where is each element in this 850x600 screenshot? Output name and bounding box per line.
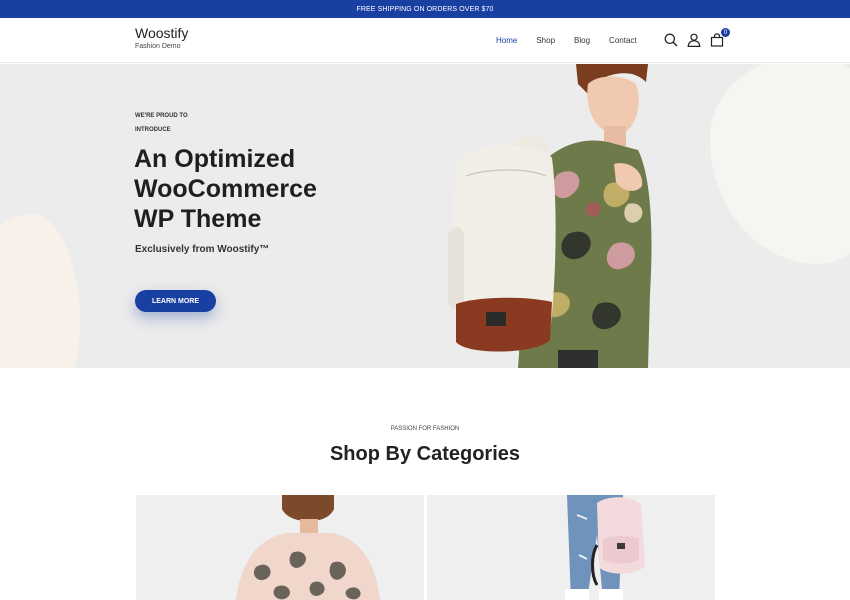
hero-subtitle: Exclusively from Woostify™: [135, 244, 270, 255]
cart-count-badge: 0: [721, 28, 730, 37]
decorative-blob: [710, 64, 850, 264]
user-icon[interactable]: [687, 33, 701, 47]
search-icon[interactable]: [664, 33, 678, 47]
hero-title: An Optimized WooCommerce WP Theme: [134, 144, 394, 234]
nav-item-shop[interactable]: Shop: [536, 36, 555, 45]
categories-kicker: PASSION FOR FASHION: [390, 426, 460, 432]
hero-title-line: WP Theme: [134, 205, 262, 233]
site-logo[interactable]: Woostify Fashion Demo: [135, 25, 188, 50]
hero-kicker-line: WE'RE PROUD TO: [135, 113, 188, 119]
nav-item-contact[interactable]: Contact: [609, 36, 637, 45]
hero-model-image: [448, 64, 652, 368]
announcement-bar: FREE SHIPPING ON ORDERS OVER $70: [0, 0, 850, 18]
hero-kicker: WE'RE PROUD TO INTRODUCE: [135, 109, 215, 137]
category-card[interactable]: [136, 495, 424, 600]
hero-banner: WE'RE PROUD TO INTRODUCE An Optimized Wo…: [0, 64, 850, 368]
main-nav: Home Shop Blog Contact: [496, 36, 656, 45]
category-card[interactable]: [427, 495, 715, 600]
hero-kicker-line: INTRODUCE: [135, 127, 171, 133]
learn-more-button[interactable]: LEARN MORE: [135, 290, 216, 312]
nav-item-home[interactable]: Home: [496, 36, 517, 45]
categories-title: Shop By Categories: [329, 443, 521, 465]
category-image: [565, 495, 645, 600]
announcement-text: FREE SHIPPING ON ORDERS OVER $70: [356, 5, 494, 13]
brand-tagline: Fashion Demo: [135, 43, 181, 50]
header-actions: 0: [664, 28, 730, 47]
brand-name[interactable]: Woostify: [135, 25, 188, 41]
hero-title-line: WooCommerce: [134, 175, 317, 203]
hero-title-line: An Optimized: [134, 145, 296, 173]
decorative-blob: [0, 214, 80, 368]
category-image: [236, 495, 380, 600]
cart-icon[interactable]: 0: [710, 28, 730, 47]
site-header: Woostify Fashion Demo Home Shop Blog Con…: [0, 18, 850, 63]
nav-item-blog[interactable]: Blog: [574, 36, 590, 45]
